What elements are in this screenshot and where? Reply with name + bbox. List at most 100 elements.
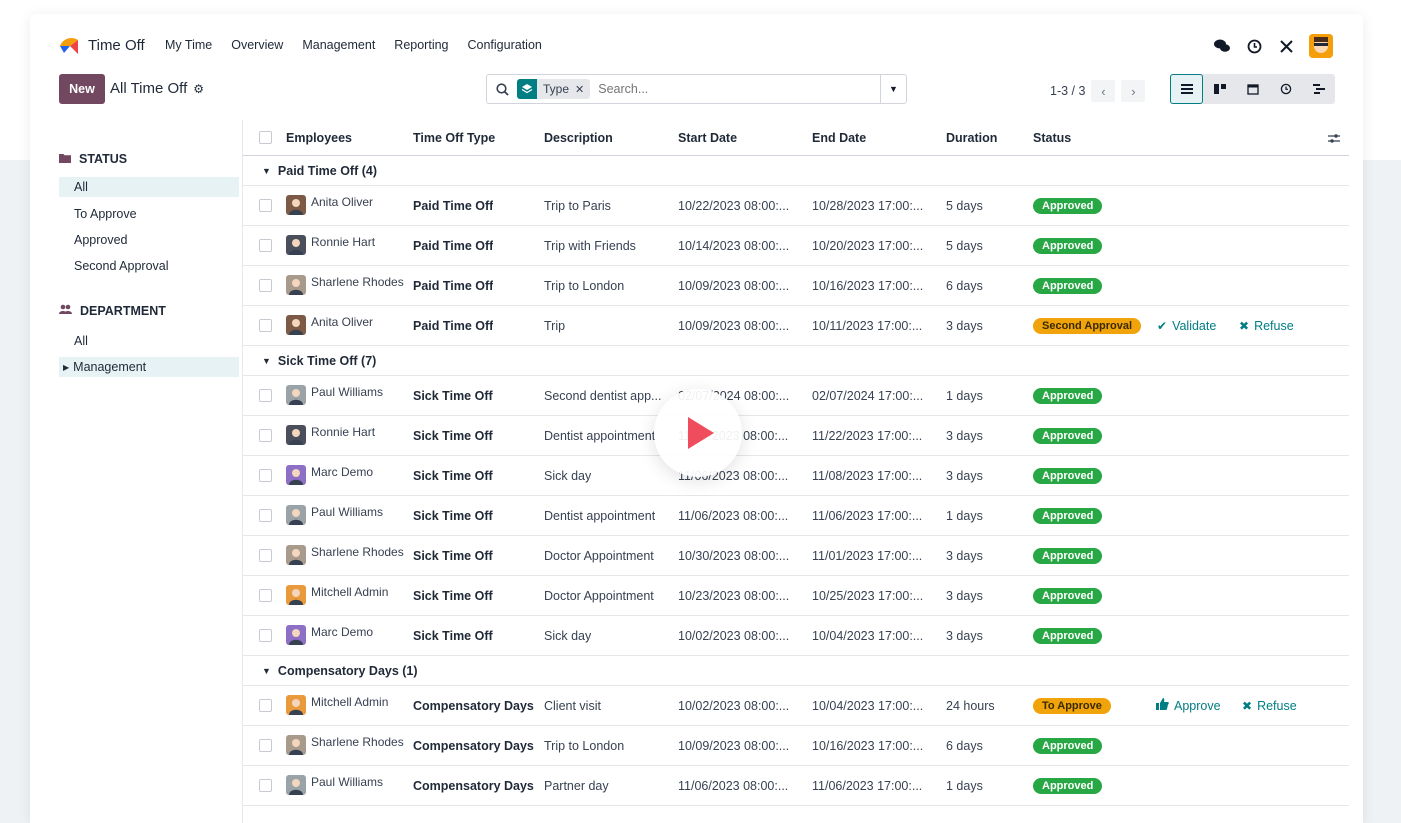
row-checkbox[interactable] [259,739,272,752]
table-row[interactable]: Marc Demo Sick Time Off Sick day 10/02/2023… [243,616,1349,656]
header-end-date[interactable]: End Date [812,120,866,155]
cell-employee[interactable]: Mitchell Admin [286,686,411,725]
table-row[interactable]: Marc Demo Sick Time Off Sick day 11/06/2023… [243,456,1349,496]
table-row[interactable]: Anita Oliver Paid Time Off Trip 10/09/2023 … [243,306,1349,346]
action-refuse-button[interactable]: ✖ Refuse [1239,306,1294,345]
cell-employee[interactable]: Ronnie Hart [286,416,411,455]
pager-value[interactable]: 1-3 / 3 [1050,84,1085,98]
new-button[interactable]: New [59,74,105,104]
activity-view-icon[interactable] [1269,74,1302,104]
status-item-second-approval[interactable]: Second Approval [59,256,239,276]
row-checkbox[interactable] [259,779,272,792]
group-label[interactable]: ▼ Sick Time Off (7) [262,346,376,375]
select-all-checkbox[interactable] [259,131,272,144]
cell-employee[interactable]: Marc Demo [286,456,411,495]
header-time-off-type[interactable]: Time Off Type [413,120,495,155]
main-menu: My Time Overview Management Reporting Config… [165,38,542,52]
table-row[interactable]: Sharlene Rhodes Paid Time Off Trip to Lond… [243,266,1349,306]
cell-employee[interactable]: Anita Oliver [286,306,411,345]
table-row[interactable]: Ronnie Hart Sick Time Off Dentist appointm… [243,416,1349,456]
table-row[interactable]: Paul Williams Compensatory Days Partner da… [243,766,1349,806]
menu-item-management[interactable]: Management [302,38,375,52]
table-row[interactable]: Anita Oliver Paid Time Off Trip to Paris 10… [243,186,1349,226]
search-input[interactable] [598,82,849,96]
table-row[interactable]: Ronnie Hart Paid Time Off Trip with Friend… [243,226,1349,266]
group-label[interactable]: ▼ Paid Time Off (4) [262,156,377,185]
header-start-date[interactable]: Start Date [678,120,737,155]
table-row[interactable]: Mitchell Admin Sick Time Off Doctor Appoin… [243,576,1349,616]
status-item-to-approve[interactable]: To Approve [59,204,239,224]
row-checkbox[interactable] [259,699,272,712]
group-row[interactable]: ▼ Sick Time Off (7) [243,346,1349,376]
action-validate-button[interactable]: ✔ Validate [1157,306,1216,345]
header-status[interactable]: Status [1033,120,1071,155]
row-checkbox[interactable] [259,199,272,212]
app-brand[interactable]: Time Off [58,34,145,56]
video-play-button[interactable] [654,389,742,477]
cell-end-date: 10/04/2023 17:00:... [812,686,923,725]
optional-columns-icon[interactable] [1319,120,1349,156]
header-employees[interactable]: Employees [286,120,352,155]
row-checkbox[interactable] [259,279,272,292]
cell-employee[interactable]: Sharlene Rhodes [286,266,411,305]
table-row[interactable]: Paul Williams Sick Time Off Second dentist… [243,376,1349,416]
cell-start-date: 10/09/2023 08:00:... [678,726,789,765]
chat-icon[interactable] [1213,37,1231,55]
kanban-view-icon[interactable] [1203,74,1236,104]
menu-item-my-time[interactable]: My Time [165,38,212,52]
department-item-management[interactable]: ▶ Management [59,357,239,377]
cell-employee[interactable]: Sharlene Rhodes [286,726,411,765]
tools-icon[interactable] [1277,37,1295,55]
list-view-icon[interactable] [1170,74,1203,104]
row-checkbox[interactable] [259,429,272,442]
cell-status: Approved [1033,536,1103,575]
table-row[interactable]: Sharlene Rhodes Compensatory Days Trip to … [243,726,1349,766]
search-options-toggle[interactable]: ▼ [880,75,906,103]
cell-employee[interactable]: Paul Williams [286,766,411,805]
cell-employee[interactable]: Marc Demo [286,616,411,655]
row-checkbox[interactable] [259,589,272,602]
group-row[interactable]: ▼ Compensatory Days (1) [243,656,1349,686]
header-duration[interactable]: Duration [946,120,997,155]
employee-name: Mitchell Admin [311,695,389,709]
cell-time-off-type-text: Paid Time Off [413,278,494,293]
cell-employee[interactable]: Mitchell Admin [286,576,411,615]
status-item-all[interactable]: All [59,177,239,197]
table-row[interactable]: Mitchell Admin Compensatory Days Client vi… [243,686,1349,726]
menu-item-configuration[interactable]: Configuration [468,38,542,52]
pager-next-icon[interactable]: › [1121,80,1146,102]
row-checkbox[interactable] [259,389,272,402]
row-checkbox[interactable] [259,469,272,482]
cell-employee[interactable]: Paul Williams [286,376,411,415]
header-description[interactable]: Description [544,120,613,155]
action-link: Approve [1156,698,1221,713]
table-row[interactable]: Sharlene Rhodes Sick Time Off Doctor Appoi… [243,536,1349,576]
cell-time-off-type-text: Sick Time Off [413,388,493,403]
row-checkbox[interactable] [259,509,272,522]
department-item-all[interactable]: All [59,331,239,351]
action-refuse-button[interactable]: ✖ Refuse [1242,686,1297,725]
row-checkbox[interactable] [259,239,272,252]
pager-previous-icon[interactable]: ‹ [1091,80,1116,102]
action-approve-button[interactable]: Approve [1156,686,1221,725]
user-avatar[interactable] [1309,34,1333,58]
row-checkbox[interactable] [259,629,272,642]
table-row[interactable]: Paul Williams Sick Time Off Dentist appoin… [243,496,1349,536]
status-item-approved[interactable]: Approved [59,230,239,250]
calendar-view-icon[interactable] [1236,74,1269,104]
cell-employee[interactable]: Anita Oliver [286,186,411,225]
gear-icon[interactable]: ⚙ [193,82,204,96]
cell-employee[interactable]: Paul Williams [286,496,411,535]
gantt-view-icon[interactable] [1302,74,1335,104]
cell-employee[interactable]: Sharlene Rhodes [286,536,411,575]
group-label[interactable]: ▼ Compensatory Days (1) [262,656,418,685]
row-checkbox[interactable] [259,549,272,562]
row-checkbox[interactable] [259,319,272,332]
menu-item-reporting[interactable]: Reporting [394,38,448,52]
remove-facet-icon[interactable]: ✕ [575,83,590,96]
clock-icon[interactable] [1245,37,1263,55]
menu-item-overview[interactable]: Overview [231,38,283,52]
cell-employee[interactable]: Ronnie Hart [286,226,411,265]
cell-time-off-type: Sick Time Off [413,456,493,495]
group-row[interactable]: ▼ Paid Time Off (4) [243,156,1349,186]
